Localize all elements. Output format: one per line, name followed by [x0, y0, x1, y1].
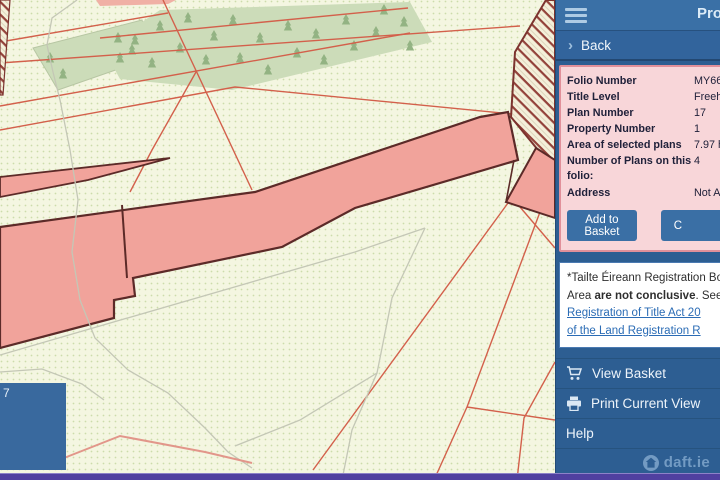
menu-label: View Basket [592, 366, 666, 381]
row-label: Number of Plans on this folio: [567, 153, 694, 185]
row-value: 7.97 h [694, 137, 720, 153]
land-parcel-map [0, 0, 555, 480]
menu-label: Help [566, 426, 594, 441]
table-row: Folio Number MY662 [567, 73, 720, 89]
clipped-button[interactable]: C [661, 210, 720, 241]
row-label: Address [567, 185, 694, 201]
table-row: Property Number 1 [567, 121, 720, 137]
back-button[interactable]: › Back [556, 30, 720, 61]
watermark-text: daft.ie [664, 454, 710, 471]
row-value: 4 [694, 153, 700, 169]
sidebar-header: Pro [556, 0, 720, 30]
sidebar-panel: Pro › Back Folio Number MY662 Title Leve… [555, 0, 720, 480]
daft-logo-icon [643, 455, 659, 471]
view-basket-button[interactable]: View Basket [556, 358, 720, 388]
print-current-view-button[interactable]: Print Current View [556, 388, 720, 418]
disclaimer-box: *Tailte Éireann Registration Bo Area are… [559, 262, 720, 348]
menu-label: Print Current View [591, 396, 700, 411]
table-row: Title Level Freeho [567, 89, 720, 105]
row-label: Area of selected plans [567, 137, 694, 153]
daft-watermark: daft.ie [643, 454, 710, 471]
title-act-link[interactable]: Registration of Title Act 20 [567, 305, 718, 323]
hamburger-icon[interactable] [565, 8, 587, 26]
help-button[interactable]: Help [556, 418, 720, 449]
sidebar-menu: View Basket Print Current View Help [556, 358, 720, 449]
cart-icon [566, 366, 583, 381]
row-value: MY662 [694, 73, 720, 89]
back-label: Back [581, 38, 611, 53]
panel-title: Pro [697, 5, 720, 22]
folio-info-table: Folio Number MY662 Title Level Freeho Pl… [559, 65, 720, 252]
chevron-right-icon: › [568, 38, 573, 53]
row-value: 1 [694, 121, 700, 137]
row-label: Folio Number [567, 73, 694, 89]
printer-icon [566, 396, 582, 411]
row-label: Property Number [567, 121, 694, 137]
map-label-text: 7 [3, 386, 10, 400]
row-value: 17 [694, 105, 706, 121]
land-registry-app: { "window": {"width": 720, "height": 480… [0, 0, 720, 480]
disclaimer-line1: *Tailte Éireann Registration Bo [567, 270, 718, 288]
table-row: Plan Number 17 [567, 105, 720, 121]
row-value: Freeho [694, 89, 720, 105]
table-buttons: Add to Basket C [567, 210, 720, 241]
row-label: Plan Number [567, 105, 694, 121]
bottom-accent-bar [0, 473, 720, 480]
map-canvas[interactable]: 7 [0, 0, 555, 480]
map-label-box: 7 [0, 383, 66, 470]
disclaimer-line2: Area are not conclusive. See [567, 288, 718, 306]
row-value: Not Av [694, 185, 720, 201]
table-row: Area of selected plans 7.97 h [567, 137, 720, 153]
table-row: Number of Plans on this folio: 4 [567, 153, 720, 185]
table-row: Address Not Av [567, 185, 720, 201]
row-label: Title Level [567, 89, 694, 105]
add-to-basket-button[interactable]: Add to Basket [567, 210, 637, 241]
land-registration-rules-link[interactable]: of the Land Registration R [567, 323, 718, 341]
